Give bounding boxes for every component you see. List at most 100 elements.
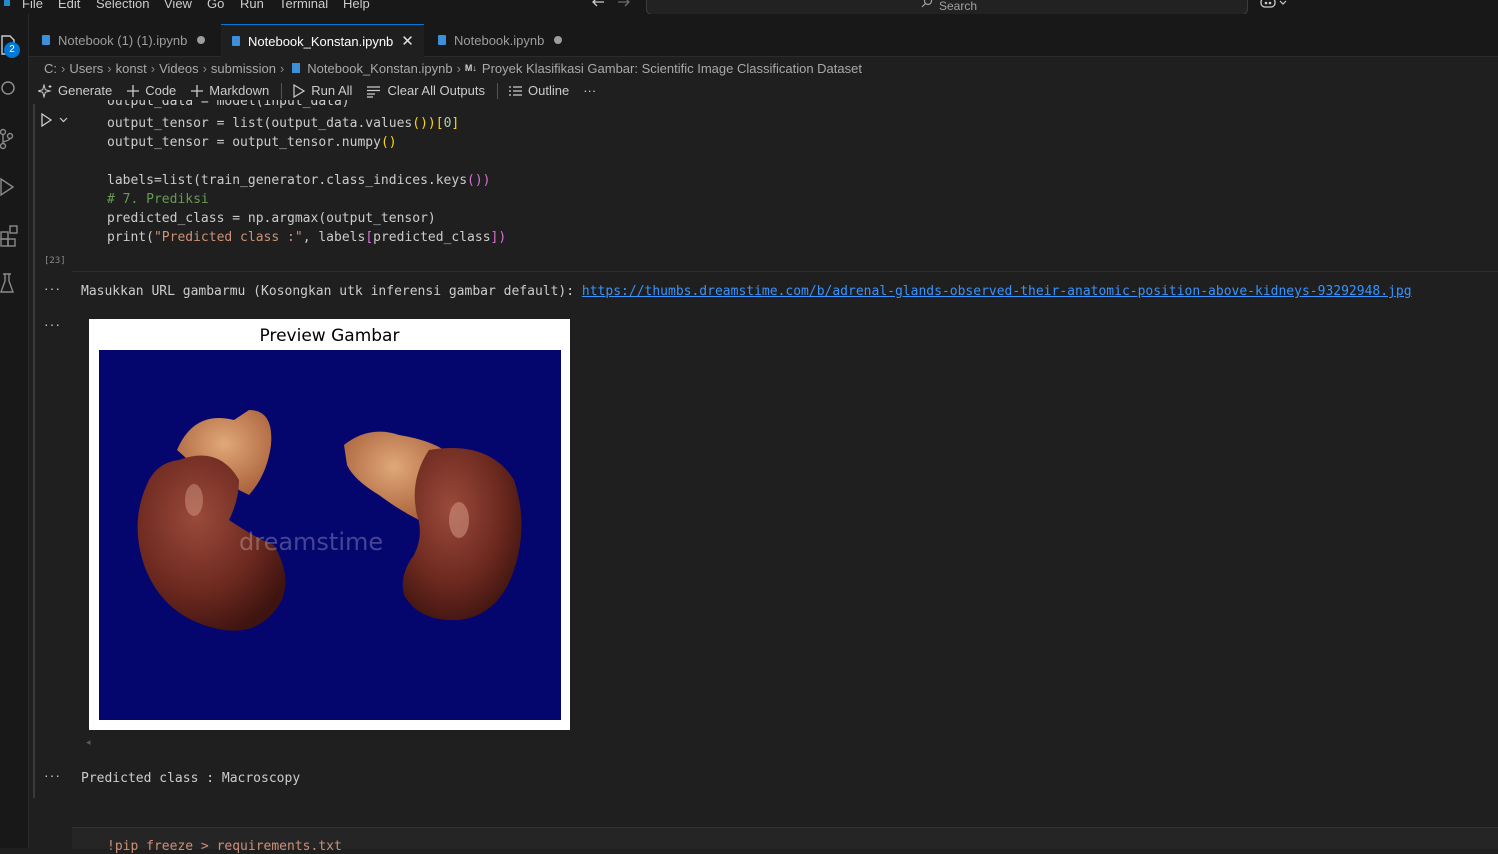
menu-selection[interactable]: Selection <box>96 0 149 11</box>
next-code-cell[interactable]: !pip freeze > requirements.txt <box>72 827 1498 854</box>
breadcrumb-item[interactable]: Users <box>69 61 103 76</box>
prompt-text: Masukkan URL gambarmu (Kosongkan utk inf… <box>81 284 582 299</box>
back-arrow-icon[interactable] <box>590 0 606 9</box>
code-cell-editor[interactable]: output_data = model(input_data) output_t… <box>72 100 1498 272</box>
breadcrumb: C: › Users › konst › Videos › submission… <box>29 57 1498 79</box>
code-line: output_tensor = list(output_data.values(… <box>107 116 460 131</box>
markdown-label: Markdown <box>209 83 270 98</box>
cell-divider <box>72 271 1498 272</box>
breadcrumb-item[interactable]: C: <box>44 61 57 76</box>
code-line: output_tensor = output_tensor.numpy() <box>107 135 397 150</box>
tab-notebook-1-1[interactable]: Notebook (1) (1).ipynb <box>42 24 206 56</box>
clear-all-icon <box>367 85 381 98</box>
code-line: print("Predicted class :", labels[predic… <box>107 230 507 245</box>
forward-arrow-icon[interactable] <box>616 0 632 9</box>
code-line: predicted_class = np.argmax(output_tenso… <box>107 211 436 226</box>
chevron-right-icon: › <box>150 60 156 76</box>
figure-title: Preview Gambar <box>259 326 400 346</box>
run-all-label: Run All <box>311 83 353 98</box>
notebook-file-icon <box>438 35 446 45</box>
prediction-output: Predicted class : Macroscopy <box>81 771 301 786</box>
editor-tab-bar: Notebook (1) (1).ipynb Notebook_Konstan.… <box>29 14 1498 57</box>
command-search-box[interactable]: Search <box>646 0 1248 14</box>
close-icon[interactable]: ✕ <box>401 32 414 50</box>
cell-focus-border <box>33 104 35 798</box>
chevron-right-icon: › <box>61 60 66 76</box>
kidney-highlight <box>449 502 469 538</box>
outline-label: Outline <box>528 83 570 98</box>
menu-help[interactable]: Help <box>343 0 370 11</box>
tab-label: Notebook.ipynb <box>454 32 545 48</box>
activity-bar: 2 <box>0 14 29 848</box>
breadcrumb-item[interactable]: konst <box>116 61 147 76</box>
add-code-cell-button[interactable]: Code <box>126 83 176 98</box>
menu-go[interactable]: Go <box>207 0 224 11</box>
chevron-right-icon: › <box>107 60 112 76</box>
menu-run[interactable]: Run <box>240 0 264 11</box>
code-label: Code <box>145 83 177 98</box>
output-more-icon[interactable]: ··· <box>44 280 61 296</box>
plus-icon <box>127 84 140 97</box>
extensions-icon[interactable] <box>0 222 28 250</box>
clear-all-label: Clear All Outputs <box>387 83 485 98</box>
chevron-right-icon: › <box>279 60 285 76</box>
run-all-icon <box>293 83 306 98</box>
unsaved-dot-icon[interactable] <box>197 36 206 44</box>
tab-notebook-konstan[interactable]: Notebook_Konstan.ipynb ✕ <box>221 24 424 57</box>
output-more-icon[interactable]: ··· <box>44 767 61 783</box>
tab-label: Notebook (1) (1).ipynb <box>58 32 188 48</box>
run-cell-icon[interactable] <box>40 113 70 127</box>
search-placeholder: Search <box>939 0 978 13</box>
tab-notebook[interactable]: Notebook.ipynb <box>438 24 563 56</box>
execution-count: [23] <box>44 256 66 266</box>
output-more-icon[interactable]: ··· <box>44 316 61 332</box>
preview-figure: Preview Gambar dreamstime <box>89 319 570 730</box>
vscode-logo-icon <box>4 0 10 6</box>
generate-label: Generate <box>58 83 113 98</box>
testing-flask-icon[interactable] <box>0 270 28 298</box>
generate-button[interactable]: Generate <box>38 83 112 98</box>
notebook-toolbar: Generate Code Markdown Run All Clear All… <box>29 80 1498 101</box>
menu-terminal[interactable]: Terminal <box>279 0 328 11</box>
input-prompt-output: Masukkan URL gambarmu (Kosongkan utk inf… <box>81 284 1412 299</box>
search-icon[interactable] <box>0 76 28 104</box>
code-line: labels=list(train_generator.class_indice… <box>107 173 491 188</box>
title-bar: File Edit Selection View Go Run Terminal… <box>0 0 1498 14</box>
explorer-badge: 2 <box>4 42 20 58</box>
toolbar-divider <box>497 82 498 99</box>
code-line: output_data = model(input_data) <box>107 100 350 109</box>
outline-button[interactable]: Outline <box>508 83 569 98</box>
chevron-right-icon: › <box>202 60 207 76</box>
menu-edit[interactable]: Edit <box>58 0 80 11</box>
kidneys-illustration: dreamstime <box>137 410 522 631</box>
kidney-preview-image: dreamstime <box>99 350 561 720</box>
run-debug-icon[interactable] <box>0 174 28 202</box>
clear-all-outputs-button[interactable]: Clear All Outputs <box>366 83 485 98</box>
copilot-icon[interactable] <box>1259 0 1291 11</box>
breadcrumb-item[interactable]: Notebook_Konstan.ipynb <box>307 61 452 76</box>
notebook-file-icon <box>232 36 240 46</box>
breadcrumb-item[interactable]: submission <box>211 61 276 76</box>
watermark-text: dreamstime <box>239 528 383 556</box>
toolbar-divider <box>281 82 283 99</box>
plus-icon <box>191 84 204 97</box>
outline-list-icon <box>509 85 522 96</box>
run-all-button[interactable]: Run All <box>292 83 352 98</box>
markdown-icon: M↓ <box>464 63 477 73</box>
notebook-file-icon <box>42 35 50 45</box>
kidney-highlight <box>185 484 203 516</box>
more-actions-button[interactable]: ··· <box>583 83 596 98</box>
search-icon <box>921 0 933 8</box>
image-url-link[interactable]: https://thumbs.dreamstime.com/b/adrenal-… <box>582 284 1412 299</box>
add-markdown-cell-button[interactable]: Markdown <box>190 83 269 98</box>
menu-view[interactable]: View <box>164 0 192 11</box>
source-control-icon[interactable] <box>0 126 28 154</box>
notebook-file-icon <box>292 63 301 73</box>
scroll-left-icon[interactable]: ◂ <box>86 737 91 748</box>
breadcrumb-item[interactable]: Videos <box>159 61 199 76</box>
code-comment: # 7. Prediksi <box>107 192 209 207</box>
breadcrumb-section[interactable]: Proyek Klasifikasi Gambar: Scientific Im… <box>482 61 862 76</box>
unsaved-dot-icon[interactable] <box>554 36 563 44</box>
menu-file[interactable]: File <box>22 0 43 11</box>
chevron-right-icon: › <box>456 60 461 76</box>
